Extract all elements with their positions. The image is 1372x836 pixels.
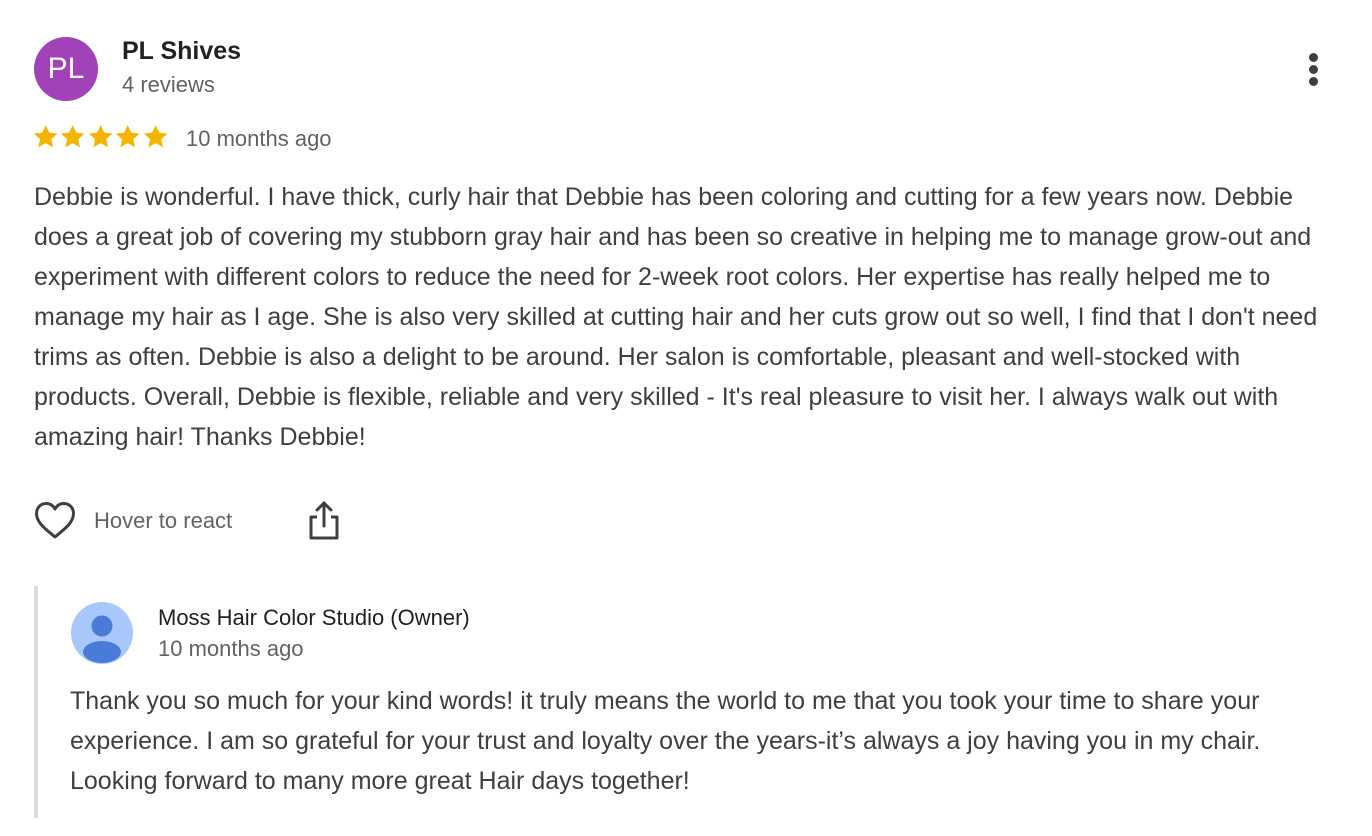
review-date: 10 months ago [186,126,332,151]
star-icon [116,125,140,148]
review-text: Debbie is wonderful. I have thick, curly… [34,183,1318,451]
review-card: PL PL Shives 4 reviews 10 months ago Deb… [0,0,1372,836]
reviewer-avatar[interactable]: PL [34,37,98,101]
more-vertical-icon-dot [1309,77,1318,86]
owner-response-text: Thank you so much for your kind words! i… [70,687,1261,795]
reviewer-review-count[interactable]: 4 reviews [122,72,215,98]
more-options-button[interactable] [1298,50,1330,90]
star-icon [33,125,58,148]
star-icon [143,125,168,148]
star-icon [61,125,85,148]
reviewer-name[interactable]: PL Shives [122,37,241,66]
owner-name: Moss Hair Color Studio (Owner) [158,605,470,630]
heart-outline-icon[interactable] [34,501,76,541]
more-vertical-icon-dot [1309,53,1318,62]
share-icon[interactable] [306,500,342,542]
more-vertical-icon-dot [1309,65,1318,74]
star-icon [88,125,113,148]
react-label[interactable]: Hover to react [94,508,232,534]
owner-response-date: 10 months ago [158,636,304,661]
star-rating [32,123,169,153]
default-person-avatar-icon [71,602,133,664]
